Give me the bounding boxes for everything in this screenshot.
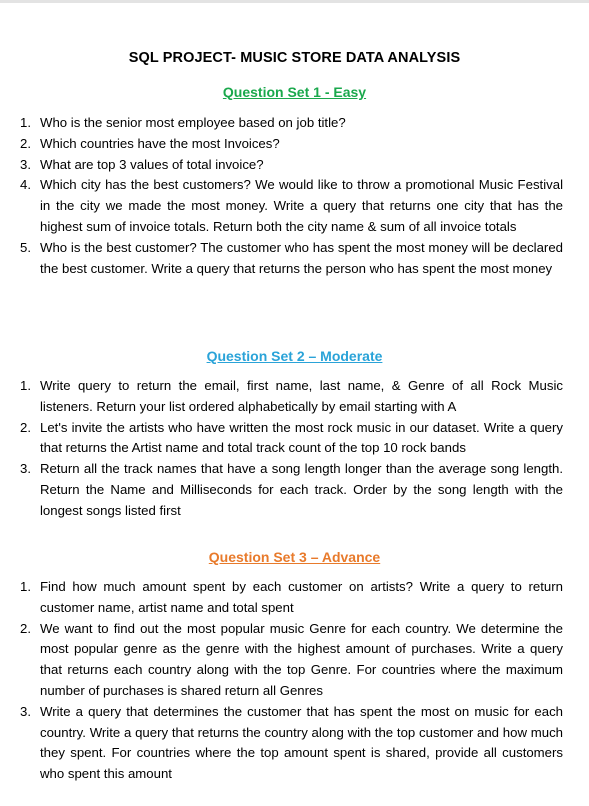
question-text: Who is the senior most employee based on… [40, 115, 346, 130]
question-text: Return all the track names that have a s… [40, 461, 563, 518]
list-number: 1. [20, 378, 31, 393]
question-text: Let's invite the artists who have writte… [40, 419, 563, 456]
list-number: 2. [20, 419, 31, 435]
list-item: 1. Find how much amount spent by each cus… [0, 577, 563, 619]
list-item: 3. What are top 3 values of total invoice… [0, 155, 563, 176]
section-heading-easy: Question Set 1 - Easy [222, 84, 367, 100]
question-list-moderate: 1. Write query to return the email, first… [0, 376, 563, 522]
list-number: 2. [20, 135, 31, 151]
question-text: Which city has the best customers? We wo… [40, 177, 563, 234]
list-number: 5. [20, 239, 31, 255]
list-number: 3. [20, 461, 31, 477]
question-list-advance: 1. Find how much amount spent by each cus… [0, 577, 563, 785]
list-item: 3. Write a query that determines the cust… [0, 702, 563, 785]
list-number: 1. [20, 579, 31, 594]
list-number: 4. [20, 177, 31, 193]
section-heading-advance: Question Set 3 – Advance [208, 549, 381, 565]
question-text: We want to find out the most popular mus… [40, 620, 563, 698]
question-text: Find how much amount spent by each custo… [40, 579, 563, 615]
question-text: Write query to return the email, first n… [40, 378, 563, 414]
list-item: 3. Return all the track names that have a… [0, 459, 563, 521]
document-title: SQL PROJECT- MUSIC STORE DATA ANALYSIS [128, 50, 461, 66]
list-item: 2. We want to find out the most popular m… [0, 619, 563, 702]
section-heading-moderate: Question Set 2 – Moderate [206, 348, 383, 364]
question-text: Which countries have the most Invoices? [40, 135, 280, 151]
question-text: What are top 3 values of total invoice? [40, 156, 264, 172]
list-item: 1. Who is the senior most employee based … [0, 113, 563, 134]
page-top-border [0, 0, 589, 3]
list-item: 2. Let's invite the artists who have writ… [0, 418, 563, 460]
question-text: Write a query that determines the custom… [40, 703, 563, 782]
question-list-easy: 1. Who is the senior most employee based … [0, 113, 563, 279]
list-number: 1. [20, 115, 31, 130]
list-number: 2. [20, 620, 31, 636]
list-number: 3. [20, 156, 31, 172]
list-item: 4. Which city has the best customers? We … [0, 175, 563, 237]
list-item: 5. Who is the best customer? The customer… [0, 238, 563, 280]
list-number: 3. [20, 703, 31, 719]
question-text: Who is the best customer? The customer w… [40, 239, 563, 276]
list-item: 1. Write query to return the email, first… [0, 376, 563, 418]
list-item: 2. Which countries have the most Invoices… [0, 134, 563, 155]
